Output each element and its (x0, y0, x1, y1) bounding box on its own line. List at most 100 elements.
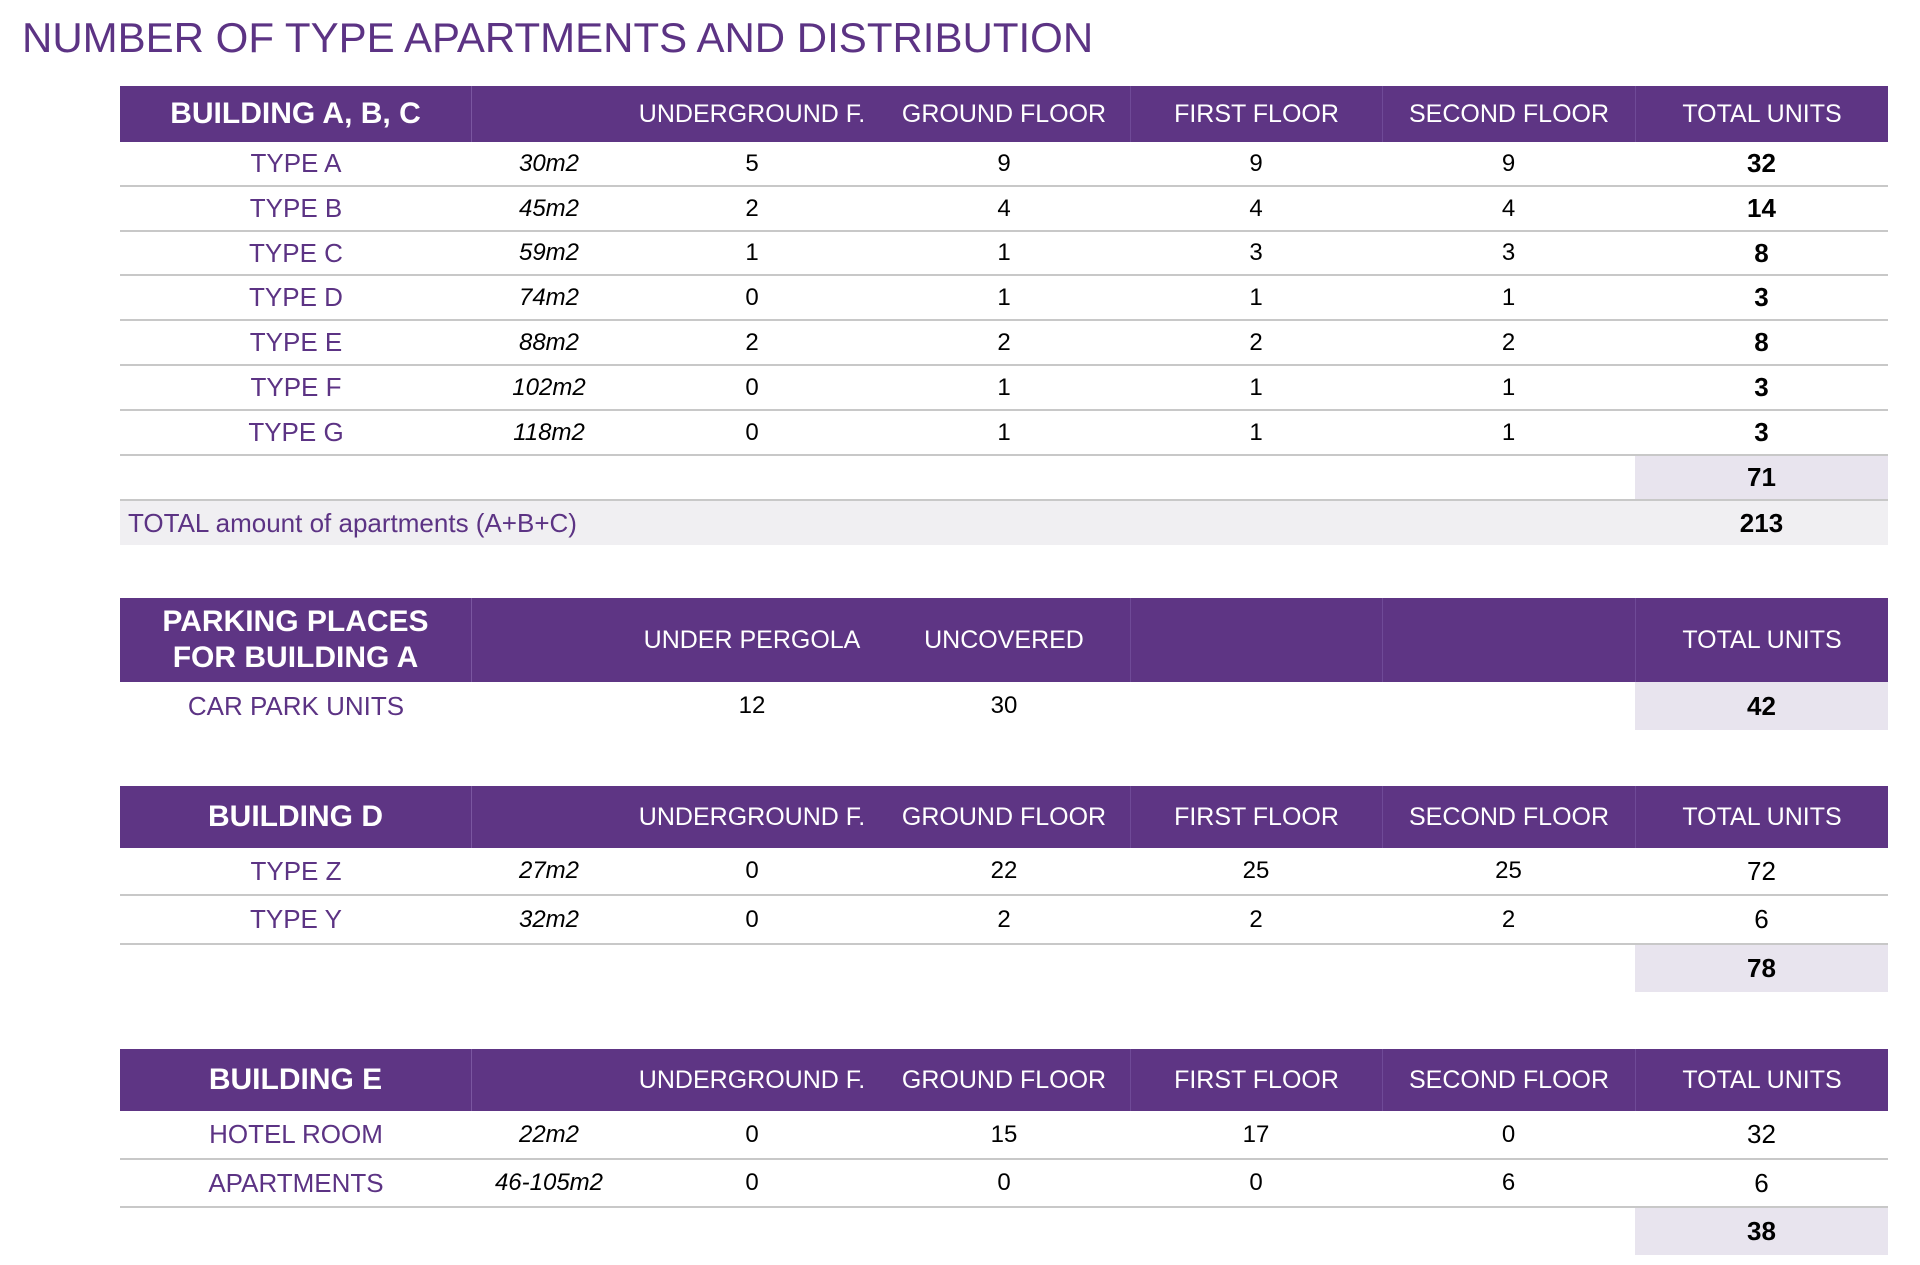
value-cell: 9 (1501, 149, 1516, 177)
header-cell: BUILDING E (120, 1049, 472, 1111)
value-cell: 0 (745, 1120, 759, 1148)
header-cell: GROUND FLOOR (901, 1065, 1107, 1094)
header-cell: GROUND FLOOR (901, 802, 1107, 831)
value-cell: 1 (997, 418, 1011, 446)
header-cell: TOTAL UNITS (1635, 786, 1888, 848)
value-cell: 9 (997, 149, 1011, 177)
value-cell (1130, 682, 1382, 730)
subtotal-value: 38 (1635, 1208, 1888, 1255)
total-cell: 72 (1747, 855, 1776, 886)
area-cell: 32m2 (518, 905, 580, 933)
area-cell: 102m2 (512, 373, 586, 401)
parking-table: PARKING PLACES FOR BUILDING A UNDER PERG… (120, 598, 1888, 730)
value-cell: 3 (1249, 239, 1263, 266)
value-cell: 0 (745, 283, 759, 311)
area-cell: 118m2 (513, 418, 585, 446)
grand-total-label: TOTAL amount of apartments (A+B+C) (128, 507, 577, 538)
value-cell: 1 (1249, 373, 1263, 401)
value-cell: 4 (997, 194, 1011, 222)
header-cell (472, 598, 626, 682)
value-cell: 1 (1501, 373, 1516, 401)
header-cell: SECOND FLOOR (1382, 786, 1635, 848)
type-label: TYPE Z (250, 855, 342, 886)
header-cell: BUILDING D (120, 786, 472, 848)
header-cell: SECOND FLOOR (1382, 1049, 1635, 1111)
parking-header-line2: FOR BUILDING A (172, 641, 419, 674)
header-cell (1130, 598, 1382, 682)
header-cell: TOTAL UNITS (1635, 1049, 1888, 1111)
table-row: TYPE Z 27m2 0 22 25 25 72 (120, 848, 1888, 896)
type-label: TYPE B (249, 193, 343, 223)
total-cell: 3 (1754, 282, 1769, 312)
header-cell: FIRST FLOOR (1130, 86, 1382, 142)
value-cell: 5 (745, 149, 759, 177)
total-cell: 32 (1747, 1119, 1776, 1149)
header-cell: UNDERGROUND F. (638, 802, 866, 831)
value-cell: 2 (1249, 328, 1263, 356)
value-cell: 25 (1495, 857, 1522, 884)
value-cell (1382, 682, 1635, 730)
total-cell: 14 (1747, 193, 1776, 223)
value-cell: 1 (997, 373, 1011, 401)
value-cell: 0 (745, 373, 759, 401)
page: NUMBER OF TYPE APARTMENTS AND DISTRIBUTI… (0, 0, 1920, 1265)
value-cell: 0 (997, 1169, 1011, 1196)
header-cell: FIRST FLOOR (1130, 786, 1382, 848)
value-cell: 1 (997, 283, 1011, 311)
value-cell: 0 (745, 418, 759, 446)
table-header: PARKING PLACES FOR BUILDING A UNDER PERG… (120, 598, 1888, 682)
table-row: CAR PARK UNITS 12 30 42 (120, 682, 1888, 730)
value-cell: 1 (1249, 283, 1263, 311)
subtotal-value: 71 (1635, 456, 1888, 499)
value-cell: 25 (1242, 857, 1270, 884)
value-cell: 3 (1501, 239, 1516, 266)
value-cell: 0 (1501, 1120, 1516, 1148)
header-cell: UNDERGROUND F. (638, 99, 866, 128)
value-cell: 4 (1249, 194, 1263, 222)
table-header: BUILDING E UNDERGROUND F. GROUND FLOOR F… (120, 1049, 1888, 1111)
value-cell: 2 (997, 905, 1011, 933)
value-cell: 2 (1249, 905, 1263, 933)
type-label: TYPE E (249, 327, 343, 357)
value-cell: 22 (990, 857, 1018, 884)
table-row: TYPE D 74m2 0 1 1 1 3 (120, 276, 1888, 321)
total-cell: 42 (1635, 682, 1888, 730)
area-cell: 45m2 (518, 194, 580, 222)
header-cell: GROUND FLOOR (901, 99, 1107, 128)
value-cell: 9 (1249, 149, 1263, 177)
value-cell: 2 (1501, 328, 1516, 356)
table-row: TYPE B 45m2 2 4 4 4 14 (120, 187, 1888, 232)
header-cell: TOTAL UNITS (1635, 86, 1888, 142)
table-header: BUILDING D UNDERGROUND F. GROUND FLOOR F… (120, 786, 1888, 848)
header-cell: SECOND FLOOR (1382, 86, 1635, 142)
value-cell: 1 (1249, 418, 1263, 446)
value-cell: 1 (745, 239, 759, 266)
total-cell: 8 (1754, 237, 1769, 268)
table-row: HOTEL ROOM 22m2 0 15 17 0 32 (120, 1111, 1888, 1160)
total-cell: 32 (1747, 148, 1776, 178)
area-cell: 22m2 (518, 1120, 580, 1148)
header-cell: UNDER PERGOLA (643, 625, 861, 654)
value-cell: 2 (745, 328, 759, 356)
value-cell: 12 (738, 692, 766, 719)
total-cell: 3 (1754, 417, 1769, 447)
area-cell: 46-105m2 (494, 1169, 604, 1196)
header-cell: PARKING PLACES FOR BUILDING A (120, 598, 472, 682)
header-cell (472, 1049, 626, 1111)
total-cell: 6 (1754, 904, 1769, 934)
value-cell: 2 (997, 328, 1011, 356)
type-label: TYPE D (249, 282, 343, 312)
header-cell: BUILDING A, B, C (120, 86, 472, 142)
header-cell: UNDERGROUND F. (638, 1065, 866, 1094)
table-row: TYPE G 118m2 0 1 1 1 3 (120, 411, 1888, 456)
type-label: TYPE C (249, 237, 343, 268)
subtotal-value: 78 (1635, 945, 1888, 992)
subtotal-row: 71 (120, 456, 1888, 501)
parking-header-line1: PARKING PLACES (162, 605, 429, 638)
value-cell: 1 (1501, 283, 1516, 311)
value-cell: 2 (745, 194, 759, 222)
table-row: TYPE F 102m2 0 1 1 1 3 (120, 366, 1888, 411)
area-cell: 30m2 (518, 149, 580, 177)
page-title: NUMBER OF TYPE APARTMENTS AND DISTRIBUTI… (22, 14, 1094, 61)
value-cell: 0 (745, 1169, 759, 1196)
